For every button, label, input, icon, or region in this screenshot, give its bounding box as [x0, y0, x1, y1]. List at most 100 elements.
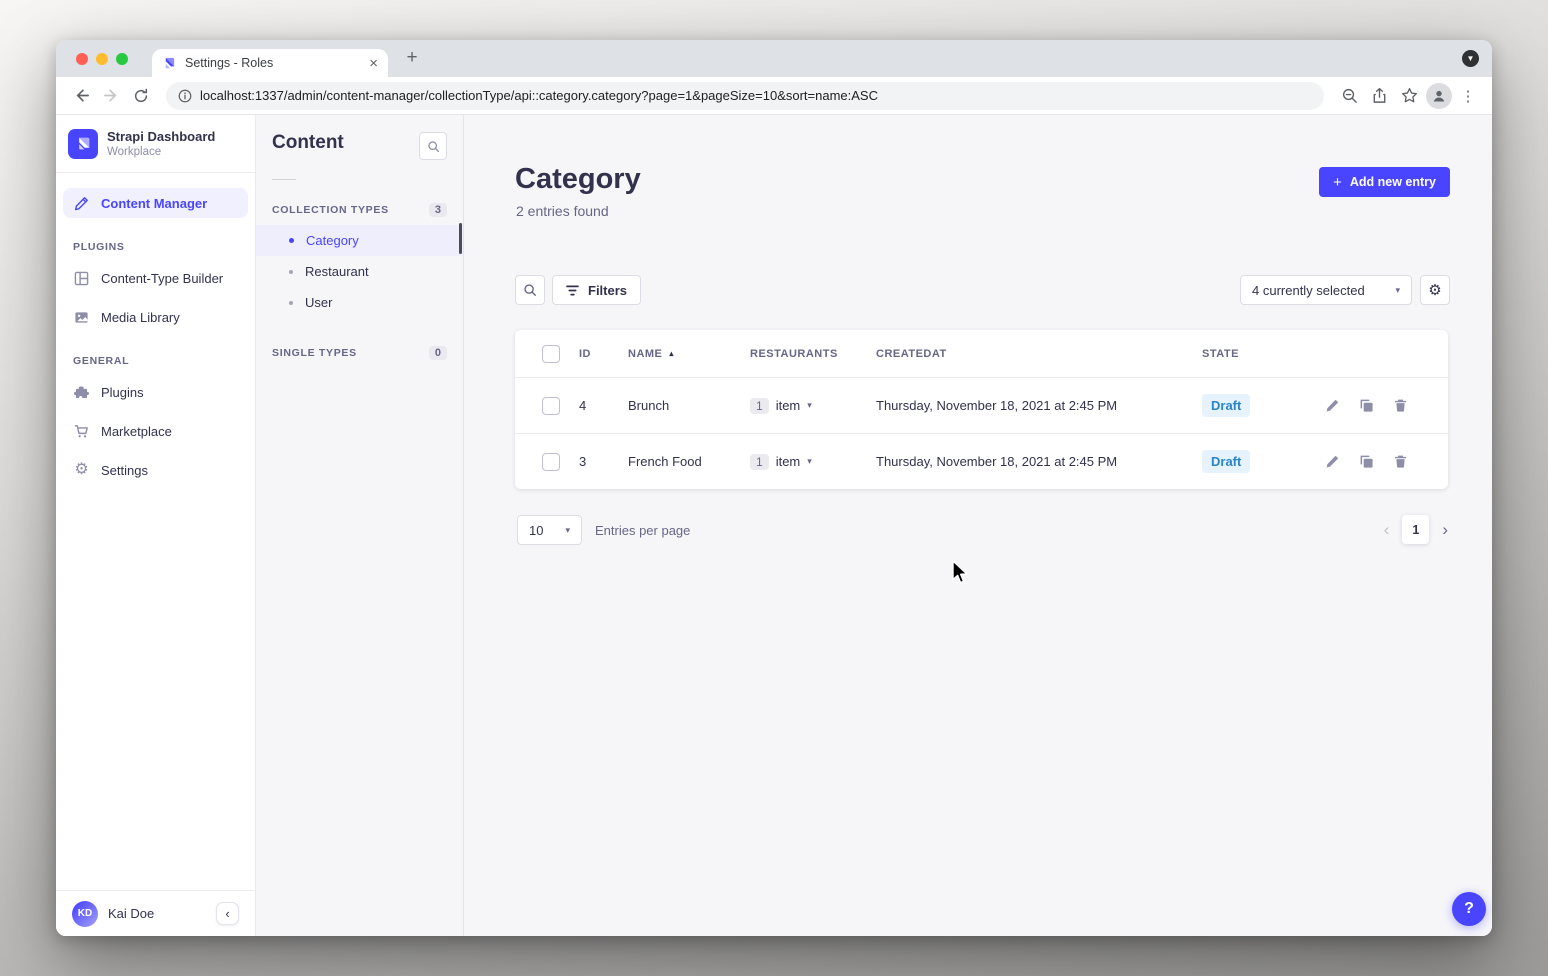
cell-createdat: Thursday, November 18, 2021 at 2:45 PM	[876, 398, 1202, 413]
row-checkbox[interactable]	[542, 397, 560, 415]
sidebar-item-label: Marketplace	[101, 424, 172, 439]
content-subnav: Content COLLECTION TYPES 3 Category Rest…	[256, 115, 464, 936]
view-settings-button[interactable]: ⚙	[1420, 275, 1450, 305]
cell-restaurants[interactable]: 1 item ▾	[750, 454, 876, 470]
window-controls	[76, 53, 128, 65]
filters-button[interactable]: Filters	[552, 275, 641, 305]
close-window-button[interactable]	[76, 53, 88, 65]
cell-id: 3	[579, 454, 628, 469]
user-avatar[interactable]: KD	[72, 901, 98, 927]
edit-button[interactable]	[1325, 398, 1340, 413]
new-tab-button[interactable]: +	[400, 46, 424, 70]
reload-button[interactable]	[128, 83, 154, 109]
plugins-group: Content-Type Builder Media Library	[56, 263, 255, 332]
bookmark-star-icon[interactable]	[1396, 83, 1422, 109]
site-info-icon[interactable]	[178, 89, 192, 103]
content-type-builder-icon	[73, 271, 90, 286]
strapi-app: Strapi Dashboard Workplace Content Manag…	[56, 115, 1492, 936]
column-header-state[interactable]: STATE	[1202, 348, 1325, 360]
subnav-item-restaurant[interactable]: Restaurant	[256, 256, 463, 287]
entries-search-button[interactable]	[515, 275, 545, 305]
duplicate-button[interactable]	[1359, 398, 1374, 413]
column-header-name-label: NAME	[628, 348, 662, 360]
table-row[interactable]: 4 Brunch 1 item ▾ Thursday, November 18,…	[515, 377, 1448, 433]
row-checkbox[interactable]	[542, 453, 560, 471]
select-all-checkbox[interactable]	[542, 345, 560, 363]
zoom-window-button[interactable]	[116, 53, 128, 65]
relation-count-badge: 1	[750, 398, 769, 414]
workspace-brand[interactable]: Strapi Dashboard Workplace	[56, 115, 255, 173]
single-types-label: SINGLE TYPES	[272, 347, 357, 359]
relation-count-badge: 1	[750, 454, 769, 470]
delete-button[interactable]	[1393, 398, 1408, 413]
sidebar-item-marketplace[interactable]: Marketplace	[63, 416, 248, 446]
zoom-out-icon[interactable]	[1336, 83, 1362, 109]
column-header-restaurants[interactable]: RESTAURANTS	[750, 348, 876, 360]
previous-page-button[interactable]: ‹	[1384, 521, 1390, 538]
column-header-id[interactable]: ID	[579, 348, 628, 360]
forward-button[interactable]	[98, 83, 124, 109]
fields-select-value: 4 currently selected	[1252, 283, 1365, 298]
media-library-icon	[73, 310, 90, 325]
app-name: Strapi Dashboard	[107, 129, 215, 145]
filter-icon	[566, 285, 579, 296]
fields-select-dropdown[interactable]: 4 currently selected ▾	[1240, 275, 1412, 305]
column-header-createdat[interactable]: CREATEDAT	[876, 348, 1202, 360]
add-new-entry-label: Add new entry	[1350, 175, 1436, 189]
cell-id: 4	[579, 398, 628, 413]
sidebar-item-content-type-builder[interactable]: Content-Type Builder	[63, 263, 248, 293]
browser-menu-icon[interactable]: ⋮	[1456, 87, 1480, 105]
sidebar-item-content-manager[interactable]: Content Manager	[63, 188, 248, 218]
sidebar-item-plugins[interactable]: Plugins	[63, 377, 248, 407]
subnav-item-label: User	[305, 295, 332, 310]
column-header-name[interactable]: NAME ▴	[628, 348, 750, 360]
sidebar-item-media-library[interactable]: Media Library	[63, 302, 248, 332]
sort-ascending-icon: ▴	[669, 349, 674, 358]
sidebar-item-settings[interactable]: ⚙ Settings	[63, 455, 248, 485]
next-page-button[interactable]: ›	[1442, 521, 1448, 538]
page-size-select[interactable]: 10 ▾	[517, 515, 582, 545]
delete-button[interactable]	[1393, 454, 1408, 469]
tab-search-icon[interactable]: ▼	[1462, 50, 1479, 67]
add-new-entry-button[interactable]: + Add new entry	[1319, 167, 1450, 197]
gear-icon: ⚙	[73, 462, 90, 478]
subnav-scrollbar-thumb[interactable]	[459, 223, 462, 254]
back-button[interactable]	[68, 83, 94, 109]
row-actions	[1325, 398, 1450, 413]
help-button[interactable]: ?	[1452, 892, 1486, 926]
url-bar[interactable]: localhost:1337/admin/content-manager/col…	[166, 82, 1324, 110]
tab-close-icon[interactable]: ×	[369, 55, 378, 72]
collapse-sidebar-button[interactable]: ‹	[216, 902, 239, 925]
duplicate-button[interactable]	[1359, 454, 1374, 469]
chevron-down-icon: ▾	[807, 400, 812, 411]
sidebar-user-area: KD Kai Doe ‹	[56, 890, 255, 936]
url-text[interactable]: localhost:1337/admin/content-manager/col…	[200, 88, 878, 103]
cell-name: Brunch	[628, 398, 750, 413]
user-name[interactable]: Kai Doe	[108, 906, 206, 921]
strapi-favicon	[162, 56, 177, 71]
sidebar-item-label: Plugins	[101, 385, 144, 400]
subnav-item-label: Restaurant	[305, 264, 369, 279]
share-icon[interactable]	[1366, 83, 1392, 109]
cart-icon	[73, 424, 90, 439]
browser-profile-icon[interactable]	[1426, 83, 1452, 109]
relation-unit: item	[776, 454, 801, 469]
browser-window: Settings - Roles × + ▼ localhost:1337/ad…	[56, 40, 1492, 936]
subnav-item-category[interactable]: Category	[256, 225, 463, 256]
sidebar-section-plugins: PLUGINS	[73, 241, 238, 253]
search-icon	[427, 140, 440, 153]
state-badge: Draft	[1202, 450, 1250, 473]
subnav-title: Content	[272, 132, 344, 154]
entries-table: ID NAME ▴ RESTAURANTS CREATEDAT STATE 4 …	[515, 330, 1448, 489]
minimize-window-button[interactable]	[96, 53, 108, 65]
current-page-button[interactable]: 1	[1402, 515, 1429, 544]
cell-restaurants[interactable]: 1 item ▾	[750, 398, 876, 414]
edit-button[interactable]	[1325, 454, 1340, 469]
browser-tab[interactable]: Settings - Roles ×	[152, 49, 388, 77]
table-row[interactable]: 3 French Food 1 item ▾ Thursday, Novembe…	[515, 433, 1448, 489]
chevron-down-icon: ▾	[1395, 285, 1400, 296]
single-types-count-badge: 0	[429, 346, 447, 360]
entries-count: 2 entries found	[516, 203, 609, 219]
subnav-search-button[interactable]	[419, 132, 447, 160]
subnav-item-user[interactable]: User	[256, 287, 463, 318]
